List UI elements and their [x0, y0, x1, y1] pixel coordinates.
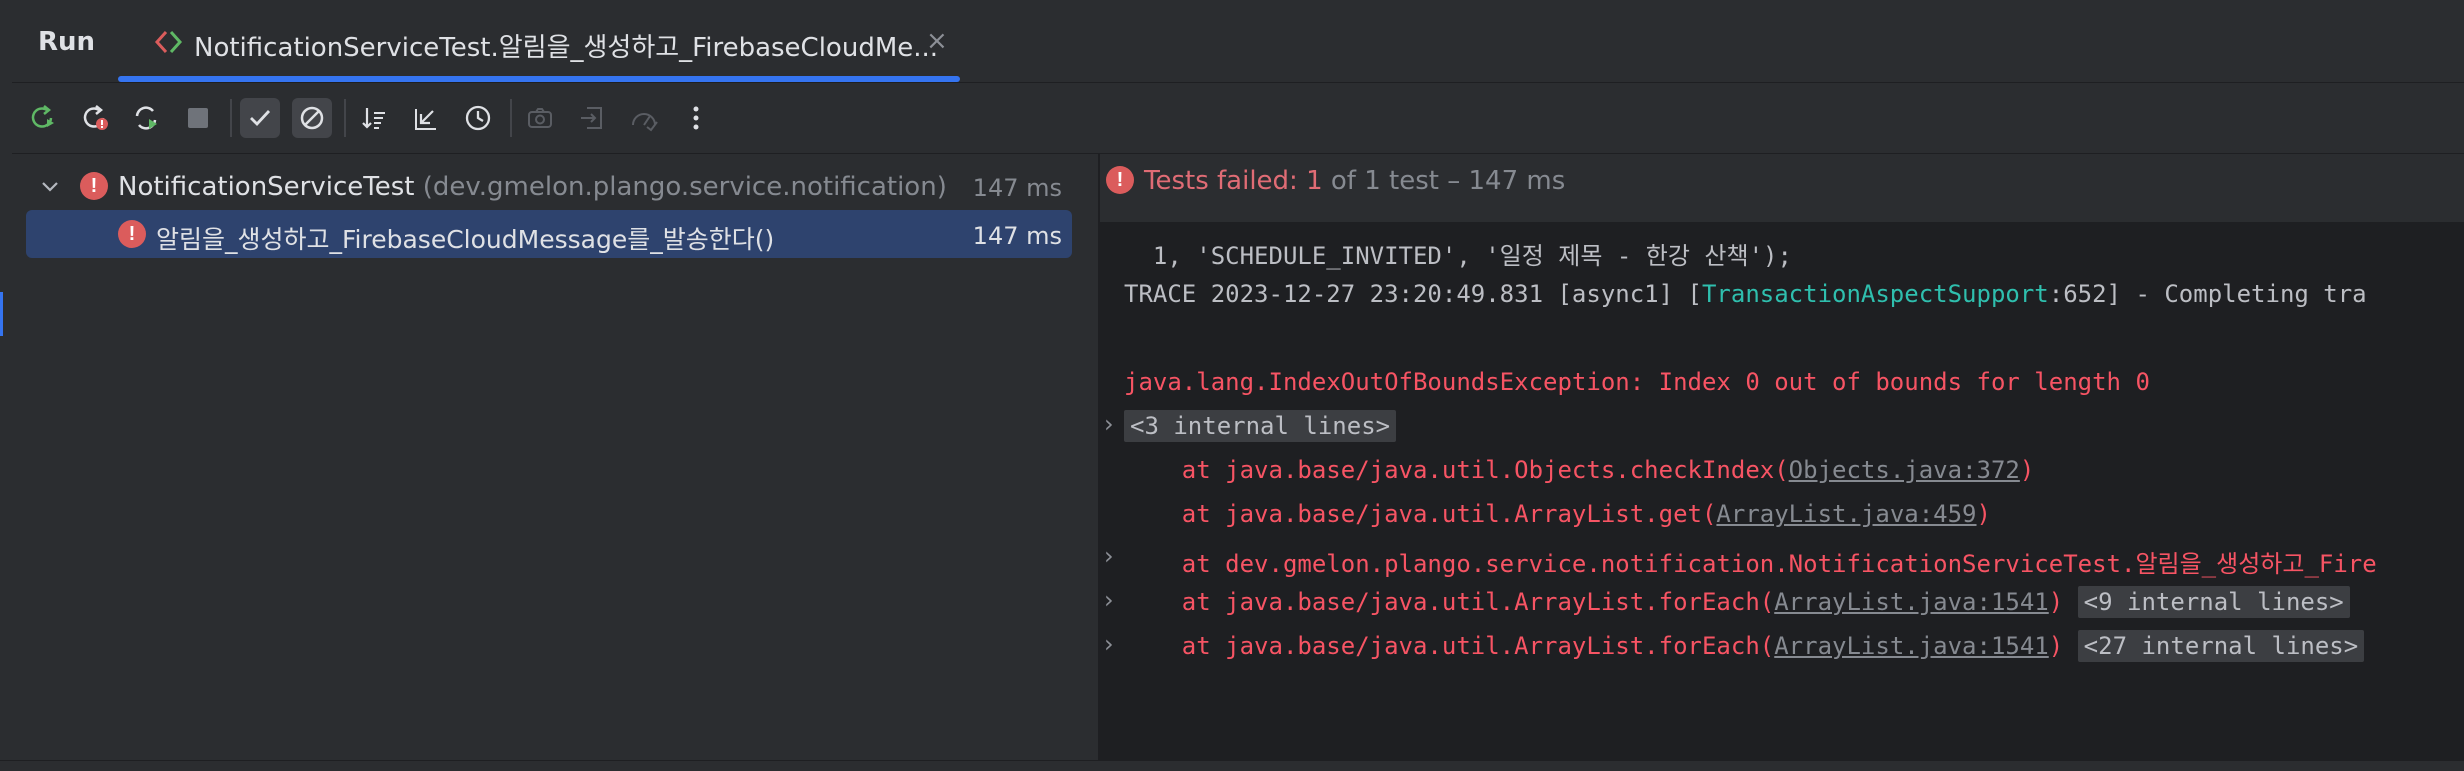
test-tab-icon [154, 28, 188, 56]
show-ignored-icon[interactable] [292, 98, 332, 138]
chevron-right-icon[interactable]: › [1104, 542, 1114, 570]
folded-internal-lines[interactable]: <9 internal lines> [2077, 586, 2350, 618]
coverage-icon[interactable] [624, 98, 664, 138]
toolbar-separator [510, 99, 512, 137]
stack-frame-text: ) [1976, 500, 1991, 528]
sort-icon[interactable] [354, 98, 394, 138]
stack-frame: at java.base/java.util.ArrayList.get(Arr… [1124, 500, 1991, 528]
test-runner-toolbar [12, 83, 2464, 154]
error-icon: ! [118, 220, 146, 248]
stack-frame: at dev.gmelon.plango.service.notificatio… [1124, 550, 2377, 578]
test-tree-child-row[interactable]: ! 알림을_생성하고_FirebaseCloudMessage를_발송한다() … [26, 210, 1072, 258]
console-line: TRACE 2023-12-27 23:20:49.831 [async1] [… [1124, 280, 2367, 308]
collapse-icon[interactable] [406, 98, 446, 138]
run-tool-header: Run NotificationServiceTest.알림을_생성하고_Fir… [12, 0, 2464, 83]
chevron-right-icon[interactable]: › [1104, 586, 1114, 614]
tests-failed-count: Tests failed: 1 [1144, 166, 1323, 196]
tests-summary: of 1 test – 147 ms [1322, 166, 1566, 196]
stop-icon[interactable] [178, 98, 218, 138]
error-icon: ! [1106, 166, 1134, 194]
exception-line: java.lang.IndexOutOfBoundsException: Ind… [1124, 368, 2150, 396]
test-status-bar: ! Tests failed: 1 of 1 test – 147 ms [1100, 154, 2464, 222]
source-link[interactable]: ArrayList.java:459 [1716, 500, 1976, 528]
left-tool-strip-active-marker [0, 292, 3, 336]
rerun-icon[interactable] [22, 98, 62, 138]
error-icon: ! [80, 172, 108, 200]
console-class-ref: TransactionAspectSupport [1701, 280, 2049, 308]
stack-frame: at java.base/java.util.Objects.checkInde… [1124, 456, 2035, 484]
test-class-duration: 147 ms [972, 174, 1062, 202]
test-class-name: NotificationServiceTest (dev.gmelon.plan… [118, 172, 947, 202]
stack-frame-text: at java.base/java.util.ArrayList.forEach… [1124, 588, 1775, 616]
console-text: :652] - Completing tra [2048, 280, 2367, 308]
stack-frame-text: at java.base/java.util.Objects.checkInde… [1124, 456, 1789, 484]
stack-frame-text: ) [2048, 632, 2064, 660]
source-link[interactable]: Objects.java:372 [1789, 456, 2020, 484]
test-class-package: (dev.gmelon.plango.service.notification) [422, 172, 947, 202]
stack-frame-text: ) [2048, 588, 2064, 616]
test-class-label: NotificationServiceTest [118, 172, 415, 202]
import-icon[interactable] [572, 98, 612, 138]
show-passed-icon[interactable] [240, 98, 280, 138]
bottom-status-strip [0, 760, 2464, 771]
history-icon[interactable] [458, 98, 498, 138]
console-line: <3 internal lines> [1124, 410, 1397, 442]
close-icon[interactable]: × [926, 26, 948, 56]
toolbar-separator [230, 99, 232, 137]
toolbar-separator [344, 99, 346, 137]
rerun-failed-icon[interactable] [74, 98, 114, 138]
folded-internal-lines[interactable]: <27 internal lines> [2077, 630, 2365, 662]
console-line: 1, 'SCHEDULE_INVITED', '일정 제목 - 한강 산책'); [1124, 242, 1792, 270]
source-link[interactable]: ArrayList.java:1541 [1774, 632, 2049, 660]
screenshot-icon[interactable] [520, 98, 560, 138]
chevron-down-icon[interactable] [40, 176, 60, 200]
stack-frame: at java.base/java.util.ArrayList.forEach… [1124, 630, 2365, 662]
chevron-right-icon[interactable]: › [1104, 410, 1114, 438]
test-status-text: Tests failed: 1 of 1 test – 147 ms [1144, 166, 1565, 196]
folded-internal-lines[interactable]: <3 internal lines> [1124, 410, 1397, 442]
test-method-duration: 147 ms [972, 222, 1062, 250]
test-tree-root-row[interactable]: ! NotificationServiceTest (dev.gmelon.pl… [26, 162, 1072, 210]
test-method-name: 알림을_생성하고_FirebaseCloudMessage를_발송한다() [156, 225, 775, 254]
run-tool-title: Run [38, 27, 96, 57]
toggle-auto-test-icon[interactable] [126, 98, 166, 138]
active-tab-underline [118, 76, 960, 82]
run-tab[interactable]: NotificationServiceTest.알림을_생성하고_Firebas… [118, 0, 968, 82]
console-text: TRACE 2023-12-27 23:20:49.831 [async1] [ [1124, 280, 1702, 308]
source-link[interactable]: ArrayList.java:1541 [1774, 588, 2049, 616]
chevron-right-icon[interactable]: › [1104, 630, 1114, 658]
stack-frame-text: ) [2019, 456, 2035, 484]
run-tab-title: NotificationServiceTest.알림을_생성하고_Firebas… [194, 33, 939, 63]
stack-frame-text: at java.base/java.util.ArrayList.forEach… [1124, 632, 1775, 660]
more-options-icon[interactable] [676, 98, 716, 138]
stack-frame: at java.base/java.util.ArrayList.forEach… [1124, 586, 2350, 618]
console-output[interactable]: 1, 'SCHEDULE_INVITED', '일정 제목 - 한강 산책');… [1100, 222, 2464, 760]
stack-frame-text: at java.base/java.util.ArrayList.get( [1124, 500, 1717, 528]
